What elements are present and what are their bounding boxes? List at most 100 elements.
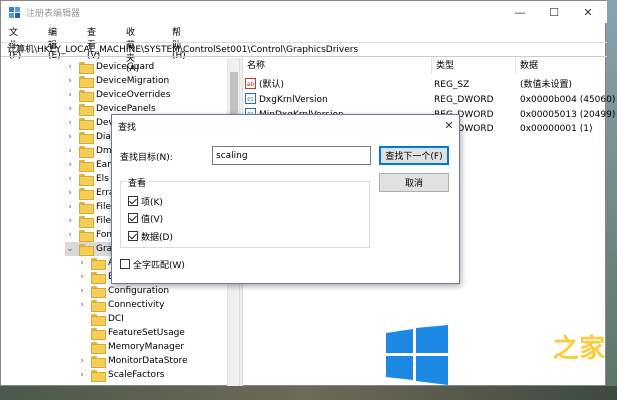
expand-chevron-icon[interactable]: › [77,370,87,380]
checkbox-label: 值(V) [141,214,164,225]
tree-item[interactable]: › Dma [65,144,117,158]
expand-chevron-icon[interactable]: › [65,62,75,72]
tree-item[interactable]: › Diag [65,130,117,144]
expand-chevron-icon[interactable]: › [65,216,75,226]
folder-icon [79,188,94,200]
data-checkbox[interactable] [128,231,138,241]
folder-icon [79,216,94,228]
expand-chevron-icon[interactable]: › [65,188,75,198]
expand-chevron-icon[interactable]: › [65,118,75,128]
folder-icon [79,118,94,130]
folder-icon [79,174,94,186]
find-dialog: 查找 ✕ 查找目标(N): 查找下一个(F) 取消 查看 项(K) 值(V) 数… [111,114,460,284]
value-row[interactable]: ab (默认) [245,78,284,92]
find-target-label: 查找目标(N): [120,153,173,163]
expand-chevron-icon[interactable]: › [77,272,87,282]
close-button[interactable]: ✕ [571,1,605,23]
expand-chevron-icon[interactable]: › [77,286,87,296]
value-type: REG_DWORD [434,95,494,105]
tree-item[interactable]: › DeviceMigration [65,74,169,88]
expand-chevron-icon[interactable]: › [65,146,75,156]
folder-icon [91,272,106,284]
folder-icon [91,342,106,354]
maximize-button[interactable]: ☐ [537,1,571,23]
cancel-button[interactable]: 取消 [379,173,449,192]
tree-item[interactable]: › Configuration [77,284,169,298]
folder-icon [79,104,94,116]
collapse-chevron-icon[interactable]: ⌄ [65,244,75,254]
match-whole-checkbox[interactable] [120,259,130,269]
value-data: 0x00005013 (20499) [520,110,616,120]
windows-logo-icon [386,325,448,385]
folder-icon [79,160,94,172]
svg-text:01: 01 [247,97,253,103]
folder-icon [79,202,94,214]
expand-chevron-icon[interactable]: › [65,160,75,170]
value-data: 0x00000001 (1) [520,124,593,134]
expand-chevron-icon[interactable]: › [65,174,75,184]
regedit-app-icon [9,7,20,18]
tree-item-label: MemoryManager [108,342,185,352]
keys-checkbox[interactable] [128,196,138,206]
tree-item-label: FeatureSetUsage [108,328,185,338]
expand-chevron-icon[interactable]: › [65,132,75,142]
checkbox-label: 项(K) [141,197,163,208]
value-data: (数值未设置) [520,80,573,90]
folder-icon [79,76,94,88]
values-option[interactable]: 值(V) [128,212,164,225]
minimize-button[interactable]: — [503,1,537,23]
value-data: 0x0000b004 (45060) [520,95,616,105]
expand-chevron-icon[interactable]: › [77,300,87,310]
tree-item[interactable]: › MonitorDataStore [77,354,188,368]
expand-chevron-icon[interactable]: › [77,258,87,268]
tree-item-label: DevicePanels [96,104,156,114]
folder-icon [79,90,94,102]
expand-chevron-icon[interactable]: › [65,230,75,240]
tree-item[interactable]: FeatureSetUsage [77,326,185,340]
desktop-bottom-strip [0,386,617,400]
tree-item[interactable]: DCI [77,312,124,326]
data-option[interactable]: 数据(D) [128,230,173,243]
folder-icon [79,244,94,256]
look-at-legend: 查看 [126,176,149,189]
tree-item[interactable]: › ScaleFactors [77,368,164,382]
folder-icon [91,300,106,312]
folder-icon [91,286,106,298]
expand-chevron-icon[interactable]: › [77,356,87,366]
value-row[interactable]: 01 DxgKrnlVersion [245,93,328,107]
expand-chevron-icon[interactable]: › [65,76,75,86]
keys-option[interactable]: 项(K) [128,195,163,208]
values-checkbox[interactable] [128,213,138,223]
column-header-data[interactable]: 数据 [516,58,607,74]
column-header-type[interactable]: 类型 [432,58,516,74]
find-target-input[interactable] [212,146,371,165]
tree-item[interactable]: MemoryManager [77,340,184,354]
folder-icon [91,314,106,326]
string-value-icon: ab [245,78,256,89]
tree-item-label: DeviceMigration [96,76,170,86]
title-bar[interactable]: 注册表编辑器 — ☐ ✕ [1,1,607,23]
dialog-close-button[interactable]: ✕ [440,116,458,134]
value-name: (默认) [259,80,285,90]
tree-item[interactable]: › Connectivity [77,298,164,312]
value-type: REG_SZ [434,80,470,90]
folder-icon [79,146,94,158]
tree-item-label: ScaleFactors [108,370,165,380]
tree-item-label: DeviceGuard [96,62,155,72]
tree-item[interactable]: › DeviceOverrides [65,88,170,102]
folder-icon [79,230,94,242]
value-name: DxgKrnlVersion [259,95,328,105]
tree-item[interactable]: › Els [65,172,109,186]
column-header-name[interactable]: 名称 [243,58,432,74]
folder-icon [79,62,94,74]
expand-chevron-icon[interactable]: › [65,202,75,212]
watermark-brand: Win10之家 [458,328,606,365]
match-whole-option[interactable]: 全字匹配(W) [120,258,185,271]
expand-chevron-icon[interactable]: › [65,104,75,114]
address-bar[interactable]: 计算机\HKEY_LOCAL_MACHINE\SYSTEM\ControlSet… [1,42,607,57]
tree-item[interactable]: › DeviceGuard [65,60,154,74]
expand-chevron-icon[interactable]: › [65,90,75,100]
find-next-button[interactable]: 查找下一个(F) [379,146,449,165]
tree-item[interactable]: › Erra [65,186,114,200]
tree-item-label: MonitorDataStore [108,356,188,366]
